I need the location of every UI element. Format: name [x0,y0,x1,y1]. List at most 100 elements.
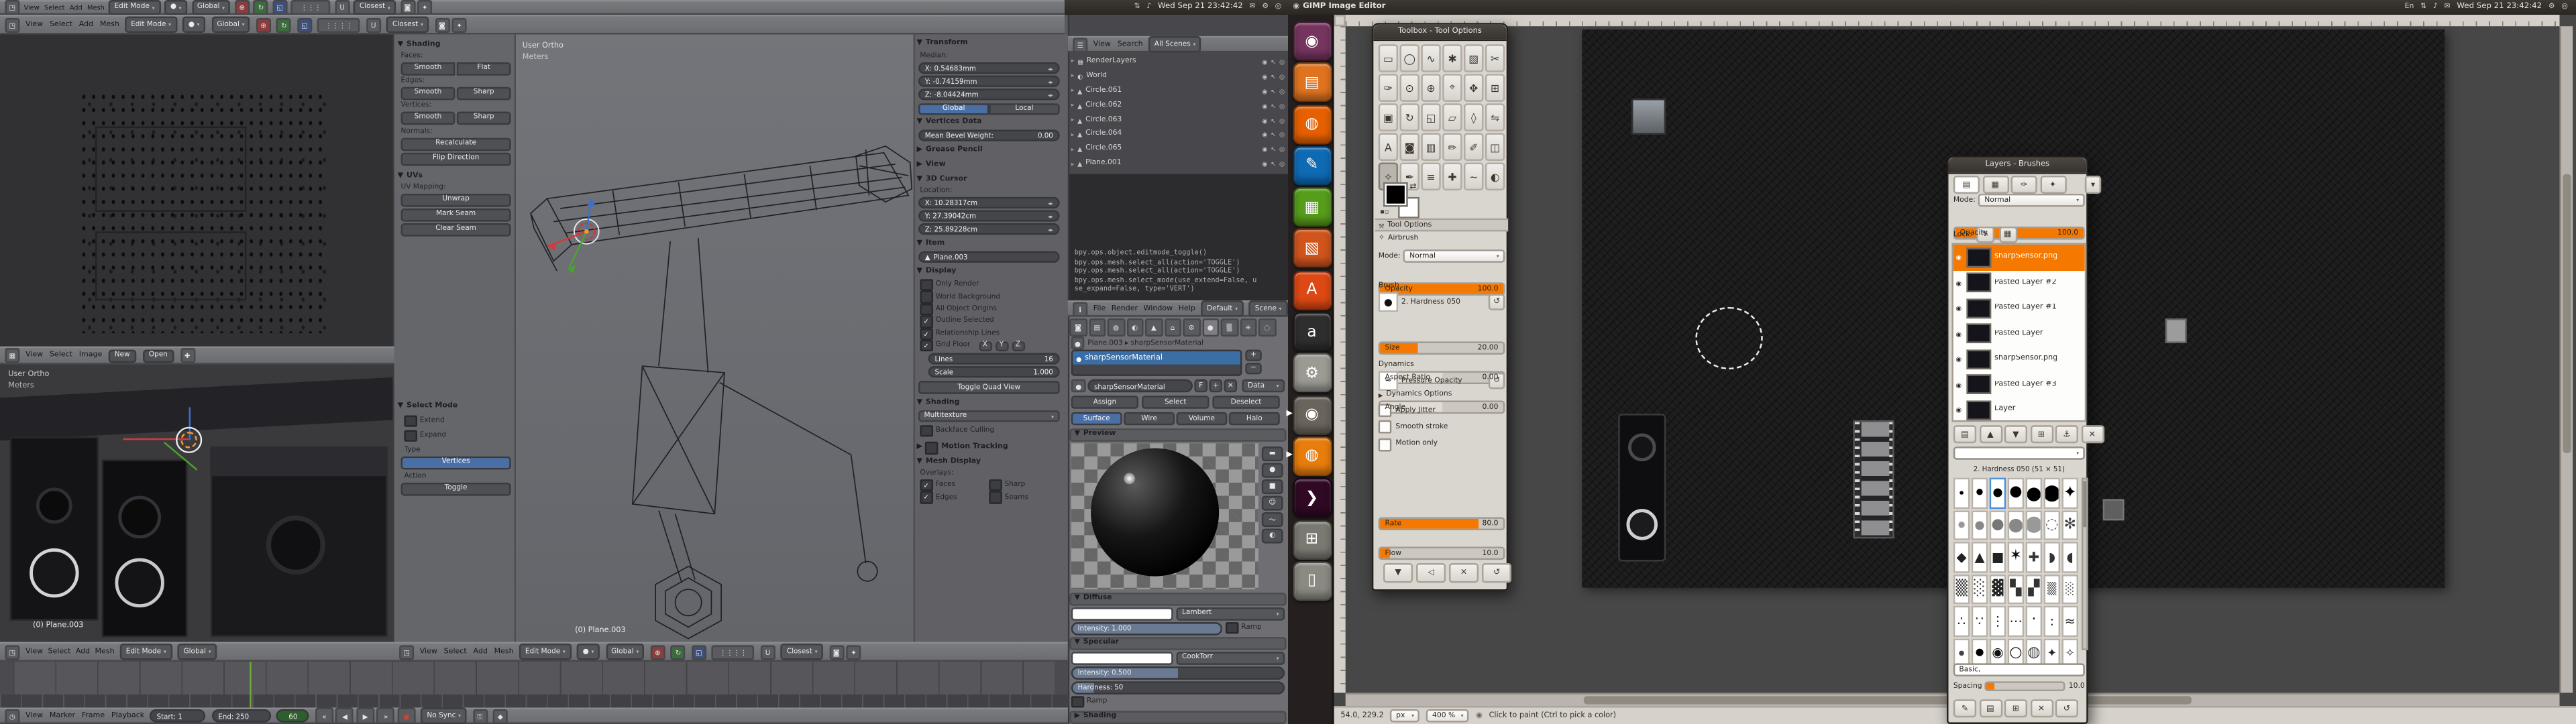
brush-swatch[interactable]: ≈ [2061,606,2078,636]
manipulator-rotate-icon[interactable]: ↻ [671,644,686,659]
global-button[interactable]: Global [918,103,989,115]
brush-swatch[interactable]: ✶ [2008,542,2024,572]
toolbox-titlebar[interactable]: Toolbox - Tool Options [1373,25,1506,41]
frame-end-field[interactable]: End: 250 [212,710,271,722]
layer-row[interactable]: ◉ Pasted Layer #1 [1953,296,2085,321]
brush-swatch[interactable]: ▒ [2044,574,2060,604]
brush-grid-scrollbar[interactable] [2081,478,2088,650]
orientation-dropdown[interactable]: Global▾ [606,644,645,660]
tool-button[interactable]: ◯ [1400,44,1419,72]
header-menu[interactable]: Select [50,351,72,359]
viewport-shading-dropdown[interactable]: ●▾ [164,0,187,15]
render-icon[interactable]: ✦ [452,17,467,32]
shading-mode-dropdown[interactable]: Multitexture▾ [918,410,1060,422]
outliner-row[interactable]: ▸ ▦ RenderLayers ◉ ↖ ◎ [1071,54,1285,69]
scrollbar-thumb[interactable] [1584,696,2192,704]
snap-element-dropdown[interactable]: Closest▾ [386,16,429,32]
header-menu[interactable]: Add [79,21,93,29]
indicator-icon[interactable]: ⚙ [2548,3,2555,11]
backface-culling-row[interactable]: Backface Culling [920,425,1058,436]
brush-swatch[interactable]: ■ [1990,542,2006,572]
outliner-item-label[interactable]: Circle.065 [1085,145,1258,153]
display-checkbox-row[interactable]: World Background [920,291,1058,303]
layers-tab[interactable]: ▤ [1953,176,1980,194]
outliner-item-label[interactable]: Plane.001 [1085,160,1258,168]
toggle-quad-view-button[interactable]: Toggle Quad View [918,381,1060,394]
header-menu[interactable]: Window [1144,304,1173,312]
type-vertices-button[interactable]: Vertices [401,457,511,469]
unwrap-button[interactable]: Unwrap [401,194,511,206]
option-checkbox-row[interactable]: Smooth stroke [1379,421,1505,434]
preview-panel-header[interactable]: ▼Preview [1069,428,1286,440]
scrollbar-thumb[interactable] [2563,174,2571,453]
tool-button[interactable]: ◱ [1421,103,1440,131]
tool-shelf-shading-panel-header[interactable]: ▼Shading [398,40,513,51]
manipulator-rotate-icon[interactable]: ↻ [276,17,291,32]
brush-swatch[interactable]: ✚ [2026,542,2042,572]
layer-visibility-eye-icon[interactable]: ◉ [1956,355,1962,363]
launcher-item[interactable]: A [1292,271,1332,310]
swap-colors-icon[interactable]: ⇄ [1409,182,1416,192]
brush-chip[interactable]: ● 2. Hardness 050 ↺ [1379,292,1505,312]
brush-swatch[interactable]: ▒ [1953,574,1970,604]
properties-tab[interactable]: ◌ [1258,318,1276,336]
unlink-material-button[interactable]: ✕ [1224,379,1237,393]
vertical-ruler[interactable] [1334,26,1346,692]
brush-swatch[interactable]: ◆ [1953,542,1970,572]
tool-button[interactable]: ≡ [1421,162,1440,190]
layer-visibility-eye-icon[interactable]: ◉ [1956,330,1962,338]
visibility-eye-icon[interactable]: ◉ [1262,145,1267,153]
launcher-item[interactable]: ❯ [1292,478,1332,518]
dynamics-options-expander[interactable]: ▶Dynamics Options [1379,391,1452,399]
launcher-item[interactable]: ▯ [1292,561,1332,601]
edges-smooth-button[interactable]: Smooth [401,87,455,99]
tool-button[interactable]: ⊞ [1485,74,1505,102]
header-menu[interactable]: Search [1118,40,1143,48]
brush-swatch[interactable]: ● [1953,478,1970,508]
vertices-sharp-button[interactable]: Sharp [457,112,511,124]
header-menu[interactable]: Image [79,351,103,359]
editor-type-icon[interactable]: ◳ [5,644,19,659]
layers-widget[interactable]: ⋮⋮⋮⋮ [318,17,361,32]
expander-icon[interactable]: ▸ [1071,117,1074,123]
properties-tab[interactable]: ◙ [1069,318,1087,336]
refresh-brushes-button[interactable]: ↺ [2055,699,2078,717]
redo-panel-header[interactable]: ▼Select Mode [398,401,513,412]
overlay-checkbox-row[interactable]: ✓Edges [920,491,989,503]
preview-mode-button[interactable]: ● [1262,463,1283,478]
deselect-button[interactable]: Deselect [1212,396,1279,409]
expander-icon[interactable]: ▸ [1071,145,1074,152]
header-menu[interactable]: Mesh [494,648,514,656]
cursor-location-field[interactable]: X: 10.28317cm◂▸ [918,197,1060,208]
brush-swatch[interactable]: ● [2026,509,2042,540]
vertices-data-panel-header[interactable]: ▼Vertices Data [917,118,982,126]
layer-opacity-slider[interactable]: Opacity100.0 [1953,227,2085,240]
selectability-icon[interactable]: ↖ [1271,86,1276,95]
launcher-item[interactable]: ⚙ [1292,353,1332,393]
tool-button[interactable]: ◫ [1485,133,1505,161]
window-title[interactable]: GIMP Image Editor [1303,3,1385,11]
tool-button[interactable]: ✱ [1442,44,1462,72]
launcher-item[interactable]: ◍ ▶ [1292,436,1332,476]
brush-swatch[interactable]: ░ [1972,574,1988,604]
outliner-item-label[interactable]: Circle.061 [1085,86,1258,95]
tool-button[interactable]: ▣ [1379,103,1398,131]
render-toggle-icon[interactable]: ◎ [1279,145,1285,153]
snap-element-dropdown[interactable]: Closest▾ [781,644,823,660]
spacing-slider[interactable] [1986,681,2065,691]
launcher-item[interactable]: ◉ ▶ [1292,395,1332,434]
tool-button[interactable]: ◙ [1400,133,1419,161]
brush-swatch[interactable]: ░ [2061,574,2078,604]
layer-name[interactable]: Pasted Layer [1994,330,2043,338]
layers-widget[interactable]: ⋮⋮⋮ [291,0,331,15]
launcher-item[interactable]: ▤ [1292,63,1332,103]
header-menu[interactable]: Frame [82,712,105,720]
header-menu[interactable]: Select [48,648,70,656]
editor-type-icon[interactable]: ◳ [5,17,19,32]
outliner-item-label[interactable]: Circle.064 [1085,130,1258,138]
delete-options-button[interactable]: ✕ [1449,563,1479,583]
launcher-item[interactable]: ▦ [1292,188,1332,227]
frame-start-field[interactable]: Start: 1 [150,710,206,722]
layer-row[interactable]: ◉ Pasted Layer #3 [1953,372,2085,398]
layer-name[interactable]: sharpSensor.png [1994,355,2057,363]
